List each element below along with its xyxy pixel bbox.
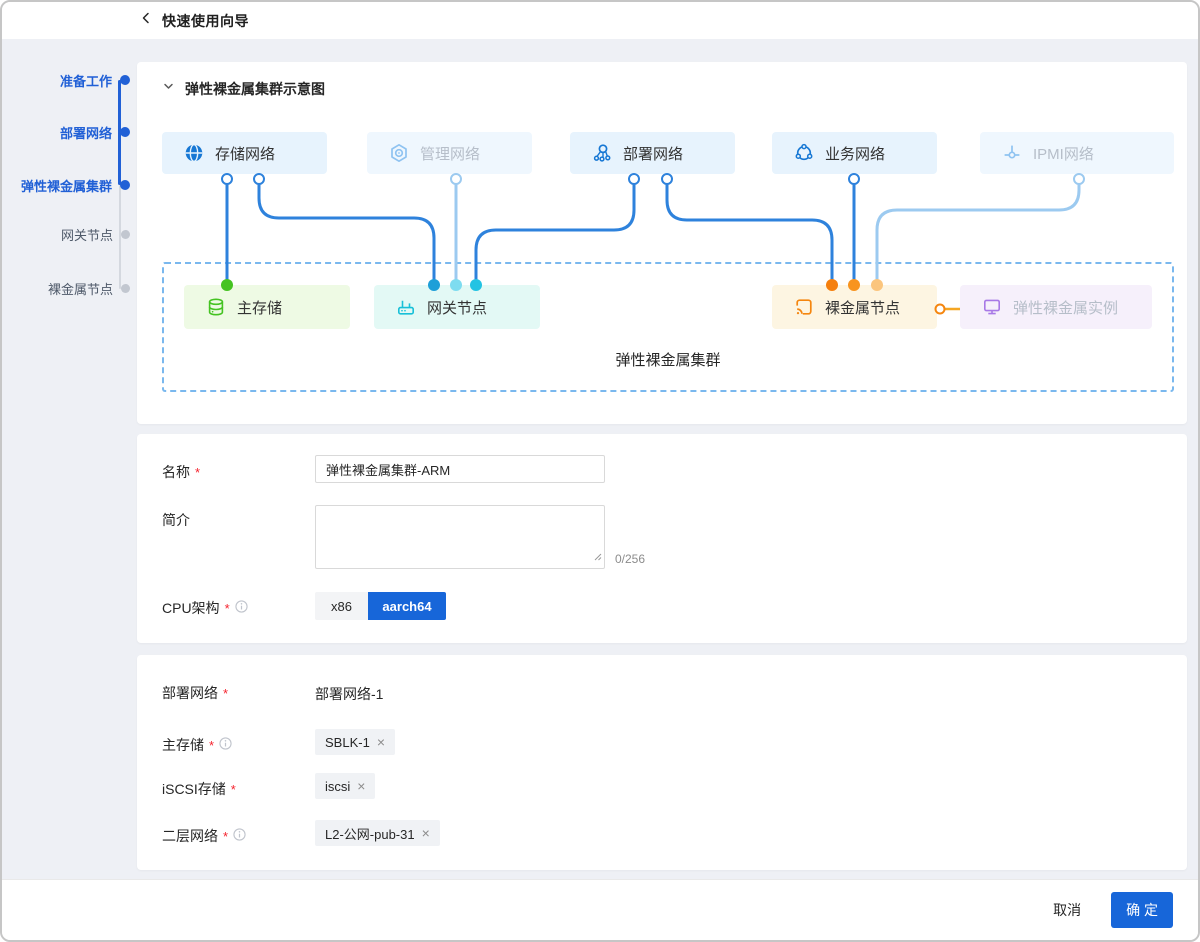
required-asterisk: * xyxy=(223,686,228,701)
info-icon[interactable] xyxy=(235,600,248,616)
resize-handle-icon[interactable] xyxy=(592,548,602,566)
l2-network-tag: L2-公网-pub-31 × xyxy=(315,820,440,846)
info-icon[interactable] xyxy=(233,828,246,844)
cast-icon xyxy=(794,297,814,317)
primary-storage-tag: SBLK-1 × xyxy=(315,729,395,755)
required-asterisk: * xyxy=(223,829,228,844)
node-label: 网关节点 xyxy=(427,297,487,318)
globe-icon xyxy=(184,143,204,163)
network-form-card: 部署网络 * 部署网络-1 主存储 * SBLK-1 × iSCSI存储 * i… xyxy=(137,655,1187,870)
iscsi-storage-label: iSCSI存储 * xyxy=(162,779,236,799)
label-text: 简介 xyxy=(162,510,190,530)
remove-tag-icon[interactable]: × xyxy=(422,826,430,840)
sidebar-step-baremetal-node[interactable]: 裸金属节点 xyxy=(2,281,137,295)
label-text: iSCSI存储 xyxy=(162,779,226,799)
tag-text: SBLK-1 xyxy=(325,735,370,750)
cancel-button[interactable]: 取消 xyxy=(1053,900,1081,920)
node-label: 主存储 xyxy=(237,297,282,318)
step-dot xyxy=(120,75,130,85)
monitor-icon xyxy=(982,297,1002,317)
info-icon[interactable] xyxy=(219,737,232,753)
step-label: 网关节点 xyxy=(61,225,113,244)
sidebar-step-gateway-node[interactable]: 网关节点 xyxy=(2,227,137,241)
tag-text: L2-公网-pub-31 xyxy=(325,824,415,843)
node-label: 管理网络 xyxy=(420,143,480,164)
sidebar-step-prepare[interactable]: 准备工作 xyxy=(2,73,137,87)
node-label: 业务网络 xyxy=(825,143,885,164)
required-asterisk: * xyxy=(209,738,214,753)
cluster-diagram: 存储网络 管理网络 部署网络 业务网络 xyxy=(137,62,1187,424)
cluster-icon xyxy=(794,143,814,163)
tag-text: iscsi xyxy=(325,779,350,794)
node-label: 弹性裸金属实例 xyxy=(1013,297,1118,318)
diagram-node-gateway-node: 网关节点 xyxy=(374,285,540,329)
diagram-node-management-network: 管理网络 xyxy=(367,132,532,174)
cluster-boundary-label: 弹性裸金属集群 xyxy=(162,349,1174,370)
wizard-steps-sidebar: 准备工作 部署网络 弹性裸金属集群 网关节点 裸金属节点 xyxy=(2,39,137,879)
ground-icon xyxy=(1002,143,1022,163)
deploy-network-value: 部署网络-1 xyxy=(315,684,383,704)
sidebar-step-elastic-cluster[interactable]: 弹性裸金属集群 xyxy=(2,178,137,192)
intro-textarea[interactable] xyxy=(315,505,605,569)
char-counter: 0/256 xyxy=(615,552,645,566)
diagram-node-deploy-network: 部署网络 xyxy=(570,132,735,174)
confirm-button[interactable]: 确 定 xyxy=(1111,892,1173,928)
remove-tag-icon[interactable]: × xyxy=(357,779,365,793)
step-label: 部署网络 xyxy=(60,123,112,142)
quick-wizard-window: 快速使用向导 准备工作 部署网络 弹性裸金属集群 网关节点 裸金属节点 xyxy=(0,0,1200,942)
required-asterisk: * xyxy=(195,465,200,480)
l2-network-label: 二层网络 * xyxy=(162,826,246,846)
step-dot xyxy=(120,127,130,137)
label-text: 主存储 xyxy=(162,735,204,755)
hexagon-nut-icon xyxy=(389,143,409,163)
database-icon xyxy=(206,297,226,317)
step-dot xyxy=(120,180,130,190)
footer-action-bar: 取消 确 定 xyxy=(2,879,1198,940)
diagram-node-elastic-instance: 弹性裸金属实例 xyxy=(960,285,1152,329)
diagram-card: 弹性裸金属集群示意图 存储网络 管理网络 部署网络 xyxy=(137,62,1187,424)
diagram-node-primary-storage: 主存储 xyxy=(184,285,350,329)
diagram-node-storage-network: 存储网络 xyxy=(162,132,327,174)
node-label: IPMI网络 xyxy=(1033,143,1094,164)
sidebar-step-deploy-network[interactable]: 部署网络 xyxy=(2,125,137,139)
diagram-node-baremetal-node: 裸金属节点 xyxy=(772,285,937,329)
chevron-left-icon xyxy=(139,11,153,30)
cpu-option-aarch64[interactable]: aarch64 xyxy=(368,592,446,620)
node-label: 裸金属节点 xyxy=(825,297,900,318)
share-nodes-icon xyxy=(592,143,612,163)
node-label: 部署网络 xyxy=(623,143,683,164)
iscsi-storage-tag: iscsi × xyxy=(315,773,375,799)
required-asterisk: * xyxy=(231,782,236,797)
step-dot xyxy=(121,284,130,293)
cpu-arch-label: CPU架构 * xyxy=(162,598,248,618)
diagram-node-business-network: 业务网络 xyxy=(772,132,937,174)
cpu-arch-segmented-control: x86 aarch64 xyxy=(315,592,446,620)
back-button[interactable] xyxy=(139,11,153,30)
label-text: 部署网络 xyxy=(162,683,218,703)
basic-info-form-card: 名称 * 简介 0/256 CPU架构 * x86 aarch64 xyxy=(137,434,1187,643)
step-label: 裸金属节点 xyxy=(48,279,113,298)
cpu-option-x86[interactable]: x86 xyxy=(315,592,368,620)
name-input[interactable] xyxy=(315,455,605,483)
deploy-network-label: 部署网络 * xyxy=(162,683,228,703)
step-dot xyxy=(121,230,130,239)
step-label: 准备工作 xyxy=(60,71,112,90)
label-text: 二层网络 xyxy=(162,826,218,846)
primary-storage-label: 主存储 * xyxy=(162,735,232,755)
page-title: 快速使用向导 xyxy=(162,11,249,31)
remove-tag-icon[interactable]: × xyxy=(377,735,385,749)
top-bar: 快速使用向导 xyxy=(2,2,1198,39)
diagram-node-ipmi-network: IPMI网络 xyxy=(980,132,1174,174)
label-text: CPU架构 xyxy=(162,598,220,618)
node-label: 存储网络 xyxy=(215,143,275,164)
label-text: 名称 xyxy=(162,462,190,482)
intro-field-label: 简介 xyxy=(162,510,190,530)
router-icon xyxy=(396,297,416,317)
name-field-label: 名称 * xyxy=(162,462,200,482)
step-label: 弹性裸金属集群 xyxy=(21,176,112,195)
required-asterisk: * xyxy=(225,601,230,616)
